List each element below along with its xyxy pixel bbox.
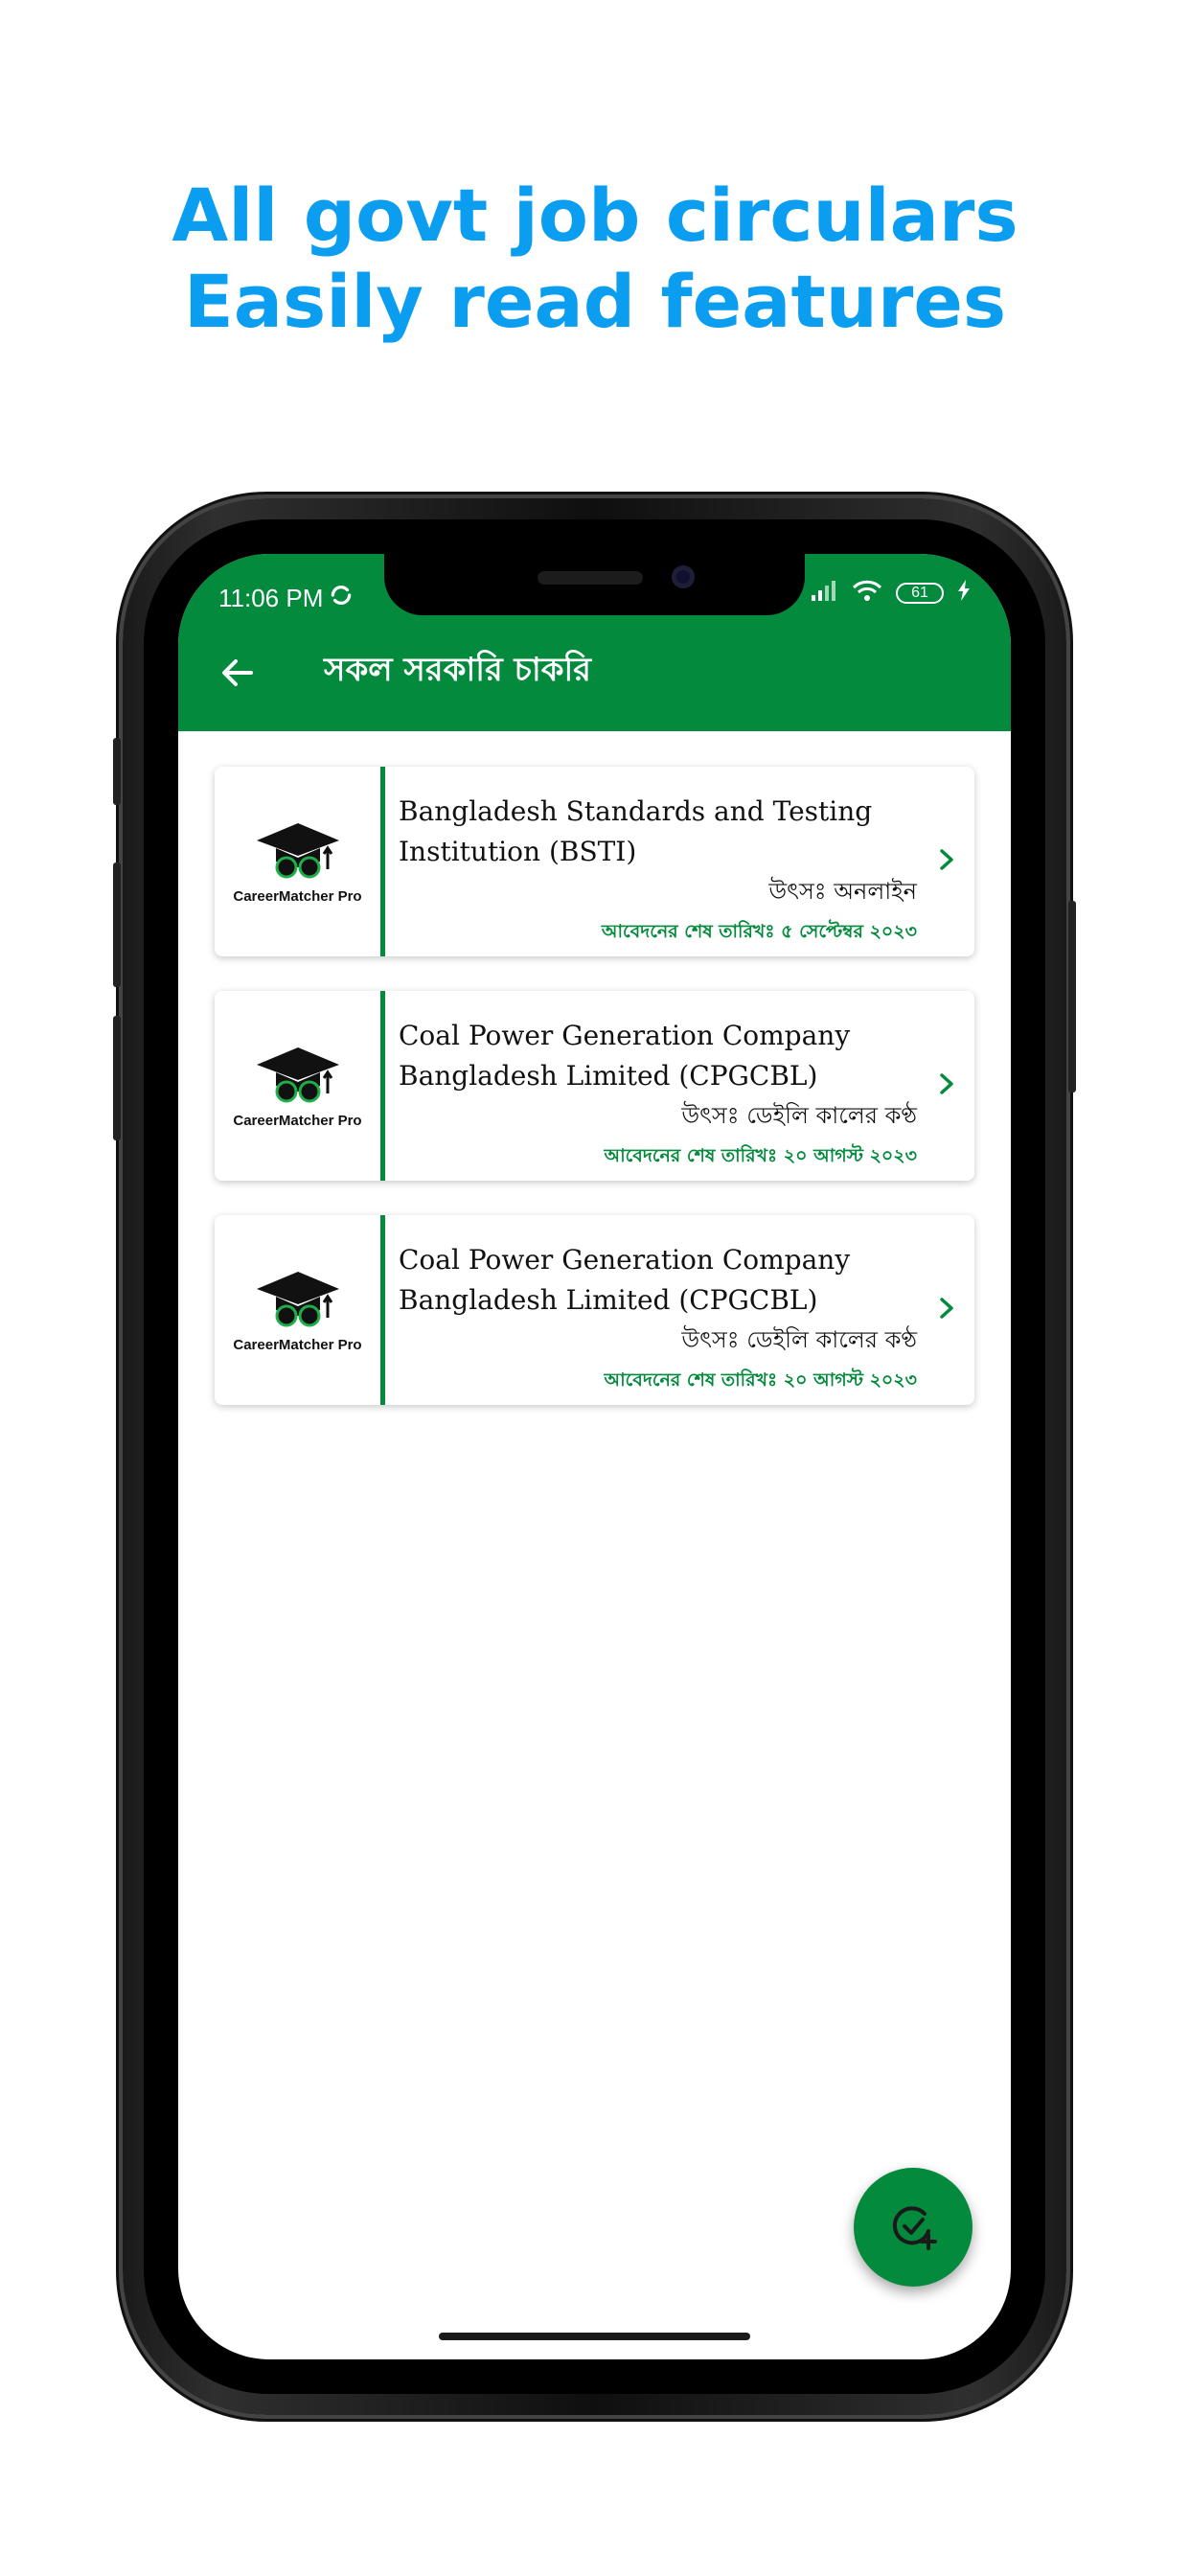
job-card[interactable]: CareerMatcher Pro Coal Power Generation …: [215, 991, 974, 1181]
job-card[interactable]: CareerMatcher Pro Coal Power Generation …: [215, 1215, 974, 1405]
job-title: Coal Power Generation Company Bangladesh…: [399, 1020, 851, 1092]
job-deadline: আবেদনের শেষ তারিখঃ ২০ আগস্ট ২০২৩: [604, 1369, 917, 1391]
status-bar-right: 61: [812, 579, 971, 607]
job-card-body: Coal Power Generation Company Bangladesh…: [385, 991, 974, 1181]
company-logo: CareerMatcher Pro: [215, 767, 385, 956]
wifi-icon: [852, 579, 882, 607]
logo-brand-text: CareerMatcher Pro: [233, 1336, 362, 1353]
check-circle-add-icon: [892, 2206, 937, 2250]
company-logo: CareerMatcher Pro: [215, 1215, 385, 1405]
charging-icon: [957, 580, 971, 606]
job-title: Coal Power Generation Company Bangladesh…: [399, 1244, 851, 1316]
status-time: 11:06 PM: [218, 584, 324, 612]
battery-level: 61: [911, 584, 928, 601]
speaker-grille: [538, 571, 643, 585]
graduation-cap-icon: [256, 1046, 339, 1102]
toolbar: সকল সরকারি চাকরি: [217, 645, 591, 700]
phone-power-button: [1068, 901, 1076, 1092]
job-title: Bangladesh Standards and Testing Institu…: [399, 795, 873, 867]
fab-button[interactable]: [854, 2168, 973, 2287]
job-card[interactable]: CareerMatcher Pro Bangladesh Standards a…: [215, 767, 974, 956]
front-camera: [672, 565, 695, 588]
job-card-body: Bangladesh Standards and Testing Institu…: [385, 767, 974, 956]
promo-headline: All govt job circulars Easily read featu…: [0, 172, 1190, 345]
phone-volume-down: [113, 1016, 121, 1140]
phone-notch: [384, 554, 805, 615]
graduation-cap-icon: [256, 822, 339, 878]
status-bar-left: 11:06 PM: [218, 583, 354, 614]
sync-icon: [329, 583, 354, 614]
home-indicator[interactable]: [439, 2333, 750, 2340]
job-deadline: আবেদনের শেষ তারিখঃ ২০ আগস্ট ২০২৩: [604, 1145, 917, 1166]
promo-headline-line-2: Easily read features: [183, 259, 1007, 344]
page-title: সকল সরকারি চাকরি: [324, 651, 591, 689]
logo-brand-text: CareerMatcher Pro: [233, 1112, 362, 1129]
chevron-right-icon: [932, 1070, 961, 1098]
chevron-right-icon: [932, 1294, 961, 1322]
company-logo: CareerMatcher Pro: [215, 991, 385, 1181]
logo-brand-text: CareerMatcher Pro: [233, 887, 362, 905]
job-card-body: Coal Power Generation Company Bangladesh…: [385, 1215, 974, 1405]
arrow-left-icon[interactable]: [217, 652, 259, 694]
job-source: উৎসঃ অনলাইন: [768, 878, 917, 905]
phone-frame: 11:06 PM 61 সকল সরকারি চাকরি CareerMatch…: [113, 498, 1076, 2415]
app-screen: 11:06 PM 61 সকল সরকারি চাকরি CareerMatch…: [178, 554, 1011, 2359]
chevron-right-icon: [932, 845, 961, 874]
battery-icon: 61: [896, 582, 944, 604]
app-bar: 11:06 PM 61 সকল সরকারি চাকরি: [178, 554, 1011, 731]
phone-volume-up: [113, 862, 121, 987]
job-source: উৎসঃ ডেইলি কালের কণ্ঠ: [681, 1326, 917, 1353]
job-source: উৎসঃ ডেইলি কালের কণ্ঠ: [681, 1102, 917, 1129]
graduation-cap-icon: [256, 1271, 339, 1326]
job-deadline: আবেদনের শেষ তারিখঃ ৫ সেপ্টেম্বর ২০২৩: [601, 921, 917, 942]
job-list: CareerMatcher Pro Bangladesh Standards a…: [215, 767, 974, 1439]
promo-headline-line-1: All govt job circulars: [172, 172, 1018, 258]
signal-icon: [812, 580, 838, 606]
phone-mute-switch: [113, 738, 121, 805]
